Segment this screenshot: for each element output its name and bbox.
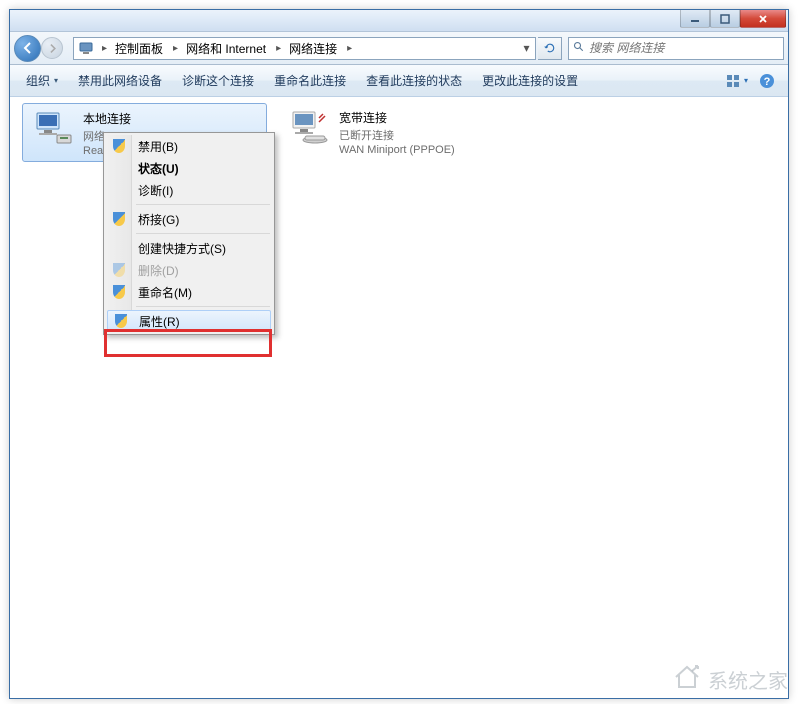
help-button[interactable]: ? xyxy=(752,67,782,95)
organize-button[interactable]: 组织 xyxy=(16,67,68,95)
titlebar xyxy=(10,10,788,32)
shield-icon xyxy=(111,138,127,154)
menu-separator xyxy=(136,233,270,234)
menu-separator xyxy=(136,306,270,307)
content-area: 本地连接 网络 3 Rea 宽带连接 已断开连接 xyxy=(10,97,788,698)
chevron-icon[interactable]: ▸ xyxy=(272,43,285,54)
rename-connection-button[interactable]: 重命名此连接 xyxy=(264,67,356,95)
breadcrumb-control-panel[interactable]: 控制面板 xyxy=(111,38,169,59)
menu-diagnose[interactable]: 诊断(I) xyxy=(106,179,272,201)
minimize-button[interactable] xyxy=(680,10,710,28)
breadcrumb[interactable]: ▸ 控制面板 ▸ 网络和 Internet ▸ 网络连接 ▸ ▾ xyxy=(73,37,536,60)
breadcrumb-network-connections[interactable]: 网络连接 xyxy=(285,38,343,59)
shield-icon xyxy=(113,313,129,329)
view-status-button[interactable]: 查看此连接的状态 xyxy=(356,67,472,95)
connection-broadband[interactable]: 宽带连接 已断开连接 WAN Miniport (PPPOE) xyxy=(279,103,524,160)
window-controls xyxy=(680,10,786,28)
nav-forward-button[interactable] xyxy=(41,37,63,59)
search-input[interactable] xyxy=(589,41,783,55)
connection-status: 已断开连接 xyxy=(339,127,518,143)
menu-disable[interactable]: 禁用(B) xyxy=(106,135,272,157)
diagnose-button[interactable]: 诊断这个连接 xyxy=(172,67,264,95)
modem-icon xyxy=(285,107,333,149)
menu-properties[interactable]: 属性(R) xyxy=(107,310,271,332)
toolbar: 组织 禁用此网络设备 诊断这个连接 重命名此连接 查看此连接的状态 更改此连接的… xyxy=(10,65,788,97)
connection-adapter: WAN Miniport (PPPOE) xyxy=(339,144,518,156)
disable-device-button[interactable]: 禁用此网络设备 xyxy=(68,67,172,95)
connection-title: 本地连接 xyxy=(83,110,260,127)
nav-back-button[interactable] xyxy=(14,35,41,62)
maximize-button[interactable] xyxy=(710,10,740,28)
chevron-icon[interactable]: ▸ xyxy=(98,43,111,54)
svg-text:?: ? xyxy=(764,76,771,88)
search-box[interactable] xyxy=(568,37,784,60)
network-location-icon xyxy=(78,40,94,56)
shield-icon xyxy=(111,262,127,278)
addressbar: ▸ 控制面板 ▸ 网络和 Internet ▸ 网络连接 ▸ ▾ xyxy=(10,32,788,65)
menu-status[interactable]: 状态(U) xyxy=(106,157,272,179)
context-menu: 禁用(B) 状态(U) 诊断(I) 桥接(G) 创建快捷方式(S) 删除(D) xyxy=(103,132,275,335)
refresh-button[interactable] xyxy=(538,37,562,60)
menu-shortcut[interactable]: 创建快捷方式(S) xyxy=(106,237,272,259)
menu-bridge[interactable]: 桥接(G) xyxy=(106,208,272,230)
menu-rename[interactable]: 重命名(M) xyxy=(106,281,272,303)
search-icon xyxy=(569,41,589,56)
address-dropdown-icon[interactable]: ▾ xyxy=(517,41,535,55)
chevron-icon[interactable]: ▸ xyxy=(169,43,182,54)
window-frame: ▸ 控制面板 ▸ 网络和 Internet ▸ 网络连接 ▸ ▾ 组织 禁用此网… xyxy=(9,9,789,699)
connection-title: 宽带连接 xyxy=(339,109,518,126)
change-settings-button[interactable]: 更改此连接的设置 xyxy=(472,67,588,95)
change-view-button[interactable]: ▾ xyxy=(722,67,752,95)
breadcrumb-network-internet[interactable]: 网络和 Internet xyxy=(182,38,272,59)
menu-separator xyxy=(136,204,270,205)
menu-delete: 删除(D) xyxy=(106,259,272,281)
shield-icon xyxy=(111,284,127,300)
close-button[interactable] xyxy=(740,10,786,28)
shield-icon xyxy=(111,211,127,227)
ethernet-icon xyxy=(29,108,77,150)
chevron-icon[interactable]: ▸ xyxy=(343,43,356,54)
